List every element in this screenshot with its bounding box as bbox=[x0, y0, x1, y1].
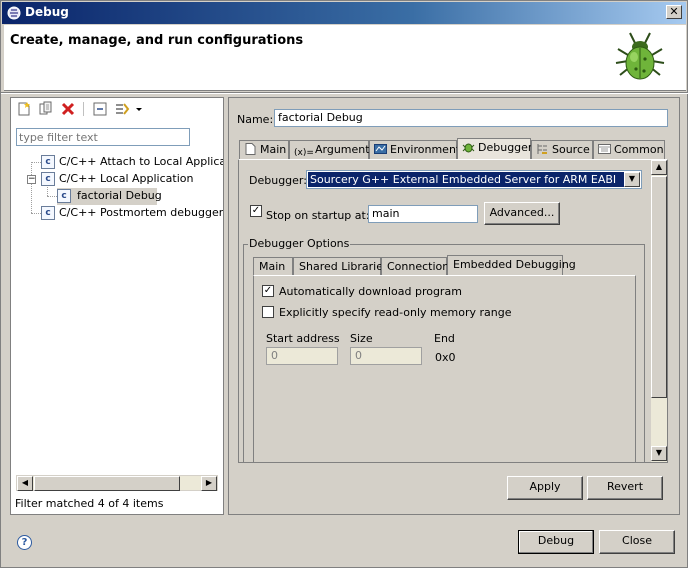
close-icon[interactable]: ✕ bbox=[666, 5, 682, 19]
bug-small-icon bbox=[462, 143, 475, 153]
close-button[interactable]: Close bbox=[599, 530, 675, 554]
common-icon bbox=[598, 144, 611, 154]
tab-common[interactable]: Common bbox=[593, 140, 665, 159]
vertical-scrollbar[interactable]: ▲ ▼ bbox=[651, 160, 667, 462]
tab-label: Debugger bbox=[478, 141, 533, 154]
tree-item-label: factorial Debug bbox=[77, 189, 162, 202]
tree-line bbox=[47, 196, 57, 197]
scroll-right-icon[interactable]: ▶ bbox=[201, 476, 217, 491]
tree-line bbox=[31, 162, 32, 213]
toolbar-separator bbox=[83, 102, 84, 116]
size-label: Size bbox=[350, 332, 373, 345]
tab-label: Common bbox=[614, 143, 664, 156]
header-title: Create, manage, and run configurations bbox=[10, 33, 304, 48]
collapse-all-icon[interactable] bbox=[92, 101, 108, 117]
tab-source[interactable]: Source bbox=[531, 140, 593, 159]
inner-tab-connection[interactable]: Connection bbox=[381, 257, 449, 275]
auto-download-checkbox[interactable]: ✓ bbox=[262, 285, 274, 297]
debugger-label: Debugger: bbox=[249, 174, 307, 187]
filter-input[interactable] bbox=[16, 128, 190, 146]
name-field[interactable]: factorial Debug bbox=[274, 109, 668, 127]
stop-on-startup-label: Stop on startup at: bbox=[266, 209, 370, 222]
window-title: Debug bbox=[25, 5, 69, 19]
help-icon[interactable]: ? bbox=[17, 535, 32, 550]
embedded-debugging-panel: ✓ Automatically download program Explici… bbox=[253, 275, 636, 462]
config-toolbar bbox=[11, 98, 223, 120]
tab-environment[interactable]: Environment bbox=[369, 140, 461, 159]
tab-label: Source bbox=[552, 143, 590, 156]
title-bar: Debug ✕ bbox=[2, 2, 686, 24]
scroll-thumb[interactable] bbox=[34, 476, 180, 491]
chevron-down-icon[interactable]: ▼ bbox=[624, 172, 640, 187]
duplicate-icon[interactable] bbox=[38, 101, 54, 117]
name-label: Name: bbox=[237, 113, 274, 126]
inner-tab-shared-libraries[interactable]: Shared Libraries bbox=[293, 257, 389, 275]
end-label: End bbox=[434, 332, 455, 345]
tab-label: Arguments bbox=[315, 143, 376, 156]
tab-main[interactable]: Main bbox=[239, 140, 289, 159]
c-config-icon: c bbox=[41, 155, 55, 169]
tree-item-label: C/C++ Postmortem debugger bbox=[59, 206, 223, 219]
debugger-select[interactable]: Sourcery G++ External Embedded Server fo… bbox=[306, 170, 642, 189]
scroll-thumb[interactable] bbox=[651, 176, 667, 398]
tab-arguments[interactable]: (x)=Arguments bbox=[289, 140, 375, 159]
tab-debugger[interactable]: Debugger bbox=[457, 138, 533, 160]
tree-line bbox=[31, 162, 41, 163]
bug-icon bbox=[615, 32, 665, 80]
advanced-button[interactable]: Advanced... bbox=[484, 202, 560, 225]
filter-status: Filter matched 4 of 4 items bbox=[15, 497, 164, 510]
stop-on-startup-checkbox[interactable]: ✓ bbox=[250, 205, 262, 217]
filter-icon[interactable] bbox=[114, 101, 130, 117]
dialog-header: Create, manage, and run configurations bbox=[4, 25, 686, 91]
config-tree: c C/C++ Attach to Local Application − c … bbox=[11, 154, 223, 472]
horizontal-scrollbar[interactable]: ◀ ▶ bbox=[16, 475, 218, 491]
start-address-field: 0 bbox=[266, 347, 338, 365]
readonly-range-label: Explicitly specify read-only memory rang… bbox=[279, 306, 512, 319]
debugger-tab-panel: Debugger: Sourcery G++ External Embedded… bbox=[238, 159, 668, 463]
apply-button[interactable]: Apply bbox=[507, 476, 583, 500]
scroll-down-icon[interactable]: ▼ bbox=[651, 446, 667, 461]
config-editor-pane: Name: factorial Debug Main (x)=Arguments… bbox=[228, 97, 680, 515]
c-config-icon: c bbox=[41, 172, 55, 186]
inner-tab-embedded-debugging[interactable]: Embedded Debugging bbox=[447, 255, 576, 276]
debugger-options-label: Debugger Options bbox=[248, 237, 351, 250]
document-icon bbox=[245, 143, 256, 155]
collapse-icon[interactable]: − bbox=[27, 175, 36, 184]
source-icon bbox=[537, 144, 547, 154]
debug-icon bbox=[7, 6, 21, 20]
stop-at-field[interactable]: main bbox=[368, 205, 478, 223]
c-config-icon: c bbox=[57, 189, 71, 203]
readonly-range-checkbox[interactable] bbox=[262, 306, 274, 318]
c-config-icon: c bbox=[41, 206, 55, 220]
tab-label: Environment bbox=[390, 143, 461, 156]
tree-line bbox=[31, 213, 41, 214]
scroll-up-icon[interactable]: ▲ bbox=[651, 160, 667, 175]
debug-dialog: Debug ✕ Create, manage, and run configur… bbox=[0, 0, 688, 568]
debugger-select-value: Sourcery G++ External Embedded Server fo… bbox=[308, 172, 624, 187]
tab-label: Main bbox=[260, 143, 287, 156]
scroll-left-icon[interactable]: ◀ bbox=[17, 476, 33, 491]
tree-item-label: C/C++ Attach to Local Application bbox=[59, 155, 223, 168]
chevron-down-icon[interactable] bbox=[135, 101, 143, 117]
inner-tab-main[interactable]: Main bbox=[253, 257, 293, 275]
delete-icon[interactable] bbox=[60, 101, 76, 117]
header-separator bbox=[1, 92, 688, 94]
environment-icon bbox=[374, 144, 387, 154]
revert-button[interactable]: Revert bbox=[587, 476, 663, 500]
tree-item-label: C/C++ Local Application bbox=[59, 172, 194, 185]
config-list-pane: c C/C++ Attach to Local Application − c … bbox=[10, 97, 224, 515]
end-value: 0x0 bbox=[435, 351, 456, 364]
start-address-label: Start address bbox=[266, 332, 340, 345]
new-config-icon[interactable] bbox=[16, 101, 32, 117]
size-field: 0 bbox=[350, 347, 422, 365]
debug-button[interactable]: Debug bbox=[518, 530, 594, 554]
tree-item-factorial-debug[interactable]: c factorial Debug bbox=[57, 188, 162, 205]
auto-download-label: Automatically download program bbox=[279, 285, 462, 298]
